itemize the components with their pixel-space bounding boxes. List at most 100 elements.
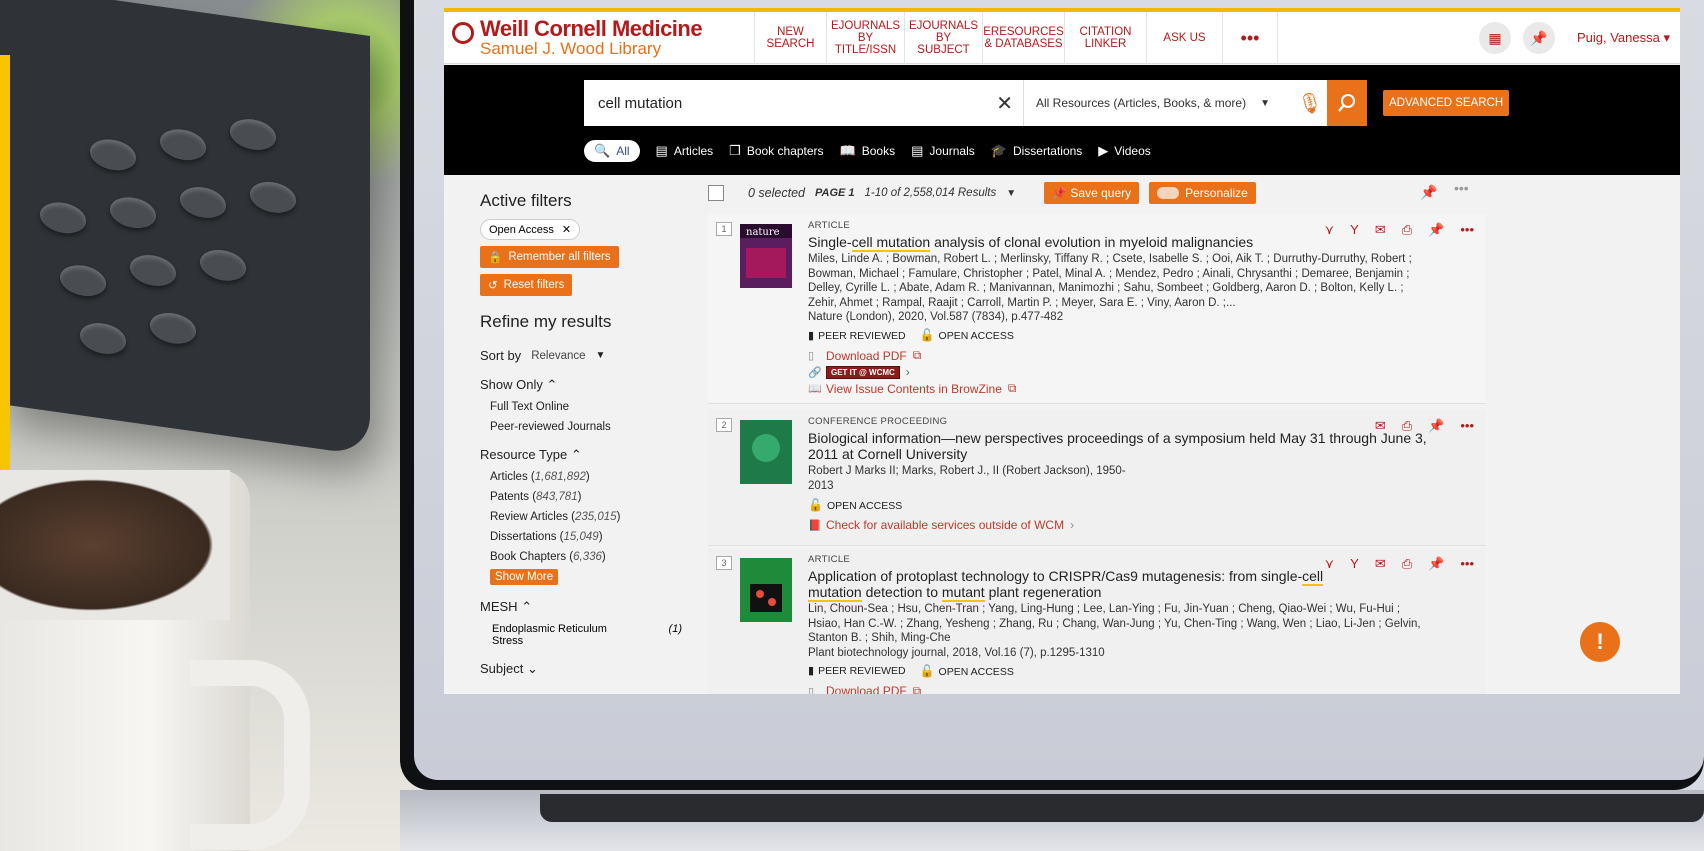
scope-select[interactable]: All Resources (Articles, Books, & more) …	[1023, 80, 1293, 126]
cited-by-icon[interactable]: Y	[1350, 556, 1359, 572]
mesh-group[interactable]: MESH ⌃	[480, 599, 702, 615]
filter-option[interactable]: Book Chapters (6,336)	[490, 551, 702, 563]
result-item[interactable]: 2 CONFERENCE PROCEEDING Biological infor…	[708, 410, 1486, 546]
sort-label: Sort by	[480, 348, 522, 363]
pin-icon[interactable]: 📌	[1428, 418, 1444, 434]
filter-option[interactable]: Peer-reviewed Journals	[490, 421, 702, 433]
nav-ejournals-title[interactable]: EJOURNALS BY TITLE/ISSN	[826, 11, 904, 64]
show-only-group[interactable]: Show Only ⌃	[480, 377, 702, 393]
email-icon[interactable]: ✉	[1375, 418, 1386, 434]
select-all-checkbox[interactable]	[708, 185, 724, 201]
lock-icon: 🔒	[488, 252, 503, 264]
filter-option[interactable]: Dissertations (15,049)	[490, 531, 702, 543]
nav-more-button[interactable]: •••	[1222, 11, 1278, 64]
pin-icon[interactable]: 📌	[1420, 184, 1437, 201]
result-title[interactable]: Biological information—new perspectives …	[808, 430, 1428, 462]
nav-ask-us[interactable]: ASK US	[1146, 11, 1222, 64]
result-item[interactable]: 1 nature ARTICLE Single-cell mutation an…	[708, 214, 1486, 404]
nav-ejournals-subject[interactable]: EJOURNALS BY SUBJECT	[904, 11, 982, 64]
tab-articles[interactable]: ▤ Articles	[656, 143, 714, 159]
resource-type-tabs: 🔍 All ▤ Articles ❐ Book chapters 📖 Books ▤ Jo…	[584, 140, 1151, 162]
pin-icon[interactable]: 📌	[1428, 556, 1444, 572]
group-title: Resource Type	[480, 447, 568, 462]
nav-citation-linker[interactable]: CITATION LINKER	[1064, 11, 1146, 64]
option-label: Patents	[490, 491, 529, 503]
get-it-link[interactable]: 🔗 GET IT @ WCMC ›	[808, 365, 1428, 379]
tab-videos[interactable]: ▶ Videos	[1098, 143, 1150, 159]
download-pdf-link[interactable]: ▯ Download PDF ⧉	[808, 348, 1428, 363]
filter-option[interactable]: Patents (843,781)	[490, 491, 702, 503]
feedback-button[interactable]: !	[1580, 622, 1620, 662]
tab-book-chapters[interactable]: ❐ Book chapters	[729, 143, 823, 159]
nav-new-search[interactable]: NEW SEARCH	[754, 11, 826, 64]
email-icon[interactable]: ✉	[1375, 556, 1386, 572]
print-icon[interactable]: ⎙	[1402, 418, 1412, 434]
microphone-icon[interactable]: 🎙	[1293, 91, 1327, 116]
filter-option[interactable]: Review Articles (235,015)	[490, 511, 702, 523]
result-number: 2	[716, 418, 732, 432]
external-link-icon: ⧉	[912, 348, 922, 362]
sort-control[interactable]: Sort by Relevance ▼	[480, 348, 702, 363]
tab-books[interactable]: 📖 Books	[840, 143, 896, 159]
close-icon[interactable]: ✕	[562, 223, 571, 236]
tab-label: Journals	[929, 144, 975, 158]
logo-subtitle: Samuel J. Wood Library	[480, 38, 662, 58]
print-icon[interactable]: ⎙	[1402, 222, 1412, 238]
close-icon[interactable]: ✕	[996, 91, 1013, 116]
filter-option[interactable]: Articles (1,681,892)	[490, 471, 702, 483]
filter-option[interactable]: Full Text Online	[490, 401, 702, 413]
advanced-search-button[interactable]: ADVANCED SEARCH	[1383, 90, 1510, 116]
cover-thumbnail	[740, 558, 792, 622]
result-item[interactable]: 3 ARTICLE Application of protoplast tech…	[708, 548, 1486, 694]
nav-eresources[interactable]: ERESOURCES & DATABASES	[982, 11, 1064, 64]
get-it-button[interactable]: GET IT @ WCMC	[826, 365, 900, 379]
download-pdf-link[interactable]: ▯ Download PDF ⧉	[808, 684, 1428, 695]
library-logo[interactable]: Weill Cornell Medicine Samuel J. Wood Li…	[444, 15, 754, 58]
remember-filters-button[interactable]: 🔒 Remember all filters	[480, 246, 619, 268]
tab-dissertations[interactable]: 🎓 Dissertations	[991, 143, 1083, 159]
pin-icon[interactable]: 📌	[1522, 22, 1555, 54]
option-label: Book Chapters	[490, 551, 567, 563]
subject-group[interactable]: Subject ⌄	[480, 661, 702, 677]
option-label: Dissertations	[490, 531, 557, 543]
email-icon[interactable]: ✉	[1375, 222, 1386, 238]
active-filter-chip[interactable]: Open Access ✕	[480, 219, 581, 240]
search-band: ✕ All Resources (Articles, Books, & more…	[444, 65, 1680, 175]
tab-all[interactable]: 🔍 All	[584, 140, 640, 162]
show-more-button[interactable]: Show More	[490, 569, 559, 585]
more-options-icon[interactable]: •••	[1454, 180, 1469, 196]
results-range[interactable]: 1-10 of 2,558,014 Results	[865, 187, 997, 199]
citation-icon[interactable]: ⋎	[1325, 222, 1335, 238]
search-button[interactable]	[1327, 80, 1367, 126]
result-title[interactable]: Application of protoplast technology to …	[808, 568, 1348, 602]
search-input[interactable]	[584, 83, 984, 123]
more-options-icon[interactable]: •••	[1460, 222, 1474, 238]
browzine-link[interactable]: 📖 View Issue Contents in BrowZine ⧉	[808, 381, 1428, 396]
background-accent	[0, 55, 10, 505]
chevron-down-icon[interactable]: ▼	[1006, 188, 1016, 199]
cited-by-icon[interactable]: Y	[1350, 222, 1359, 238]
more-options-icon[interactable]: •••	[1460, 418, 1474, 434]
article-icon: ▤	[655, 143, 668, 158]
option-count: 1,681,892	[534, 471, 586, 483]
tab-journals[interactable]: ▤ Journals	[911, 143, 975, 159]
peer-reviewed-icon: ▮	[808, 329, 815, 342]
user-menu[interactable]: Puig, Vanessa ▾	[1577, 30, 1670, 46]
more-options-icon[interactable]: •••	[1460, 556, 1474, 572]
filter-panel: Active filters Open Access ✕ 🔒 Remember a…	[444, 175, 702, 694]
logo-name: Weill Cornell Medicine	[480, 15, 703, 41]
option-label: Review Articles	[490, 511, 568, 523]
open-lock-icon: 🔓	[808, 498, 823, 512]
qr-code-icon[interactable]: ▦	[1478, 22, 1511, 54]
reset-filters-button[interactable]: ↺ Reset filters	[480, 274, 573, 296]
save-query-button[interactable]: 📌 Save query	[1044, 182, 1140, 204]
services-link[interactable]: 📕 Check for available services outside of…	[808, 518, 1428, 532]
personalize-toggle[interactable]: Personalize	[1149, 182, 1256, 204]
chevron-down-icon: ⌄	[527, 661, 538, 676]
tab-label: Books	[861, 144, 896, 158]
citation-icon[interactable]: ⋎	[1325, 556, 1335, 572]
print-icon[interactable]: ⎙	[1402, 556, 1412, 572]
resource-type-group[interactable]: Resource Type ⌃	[480, 447, 702, 463]
filter-option[interactable]: Endoplasmic Reticulum Stress (1)	[492, 623, 682, 647]
pin-icon[interactable]: 📌	[1428, 222, 1444, 238]
